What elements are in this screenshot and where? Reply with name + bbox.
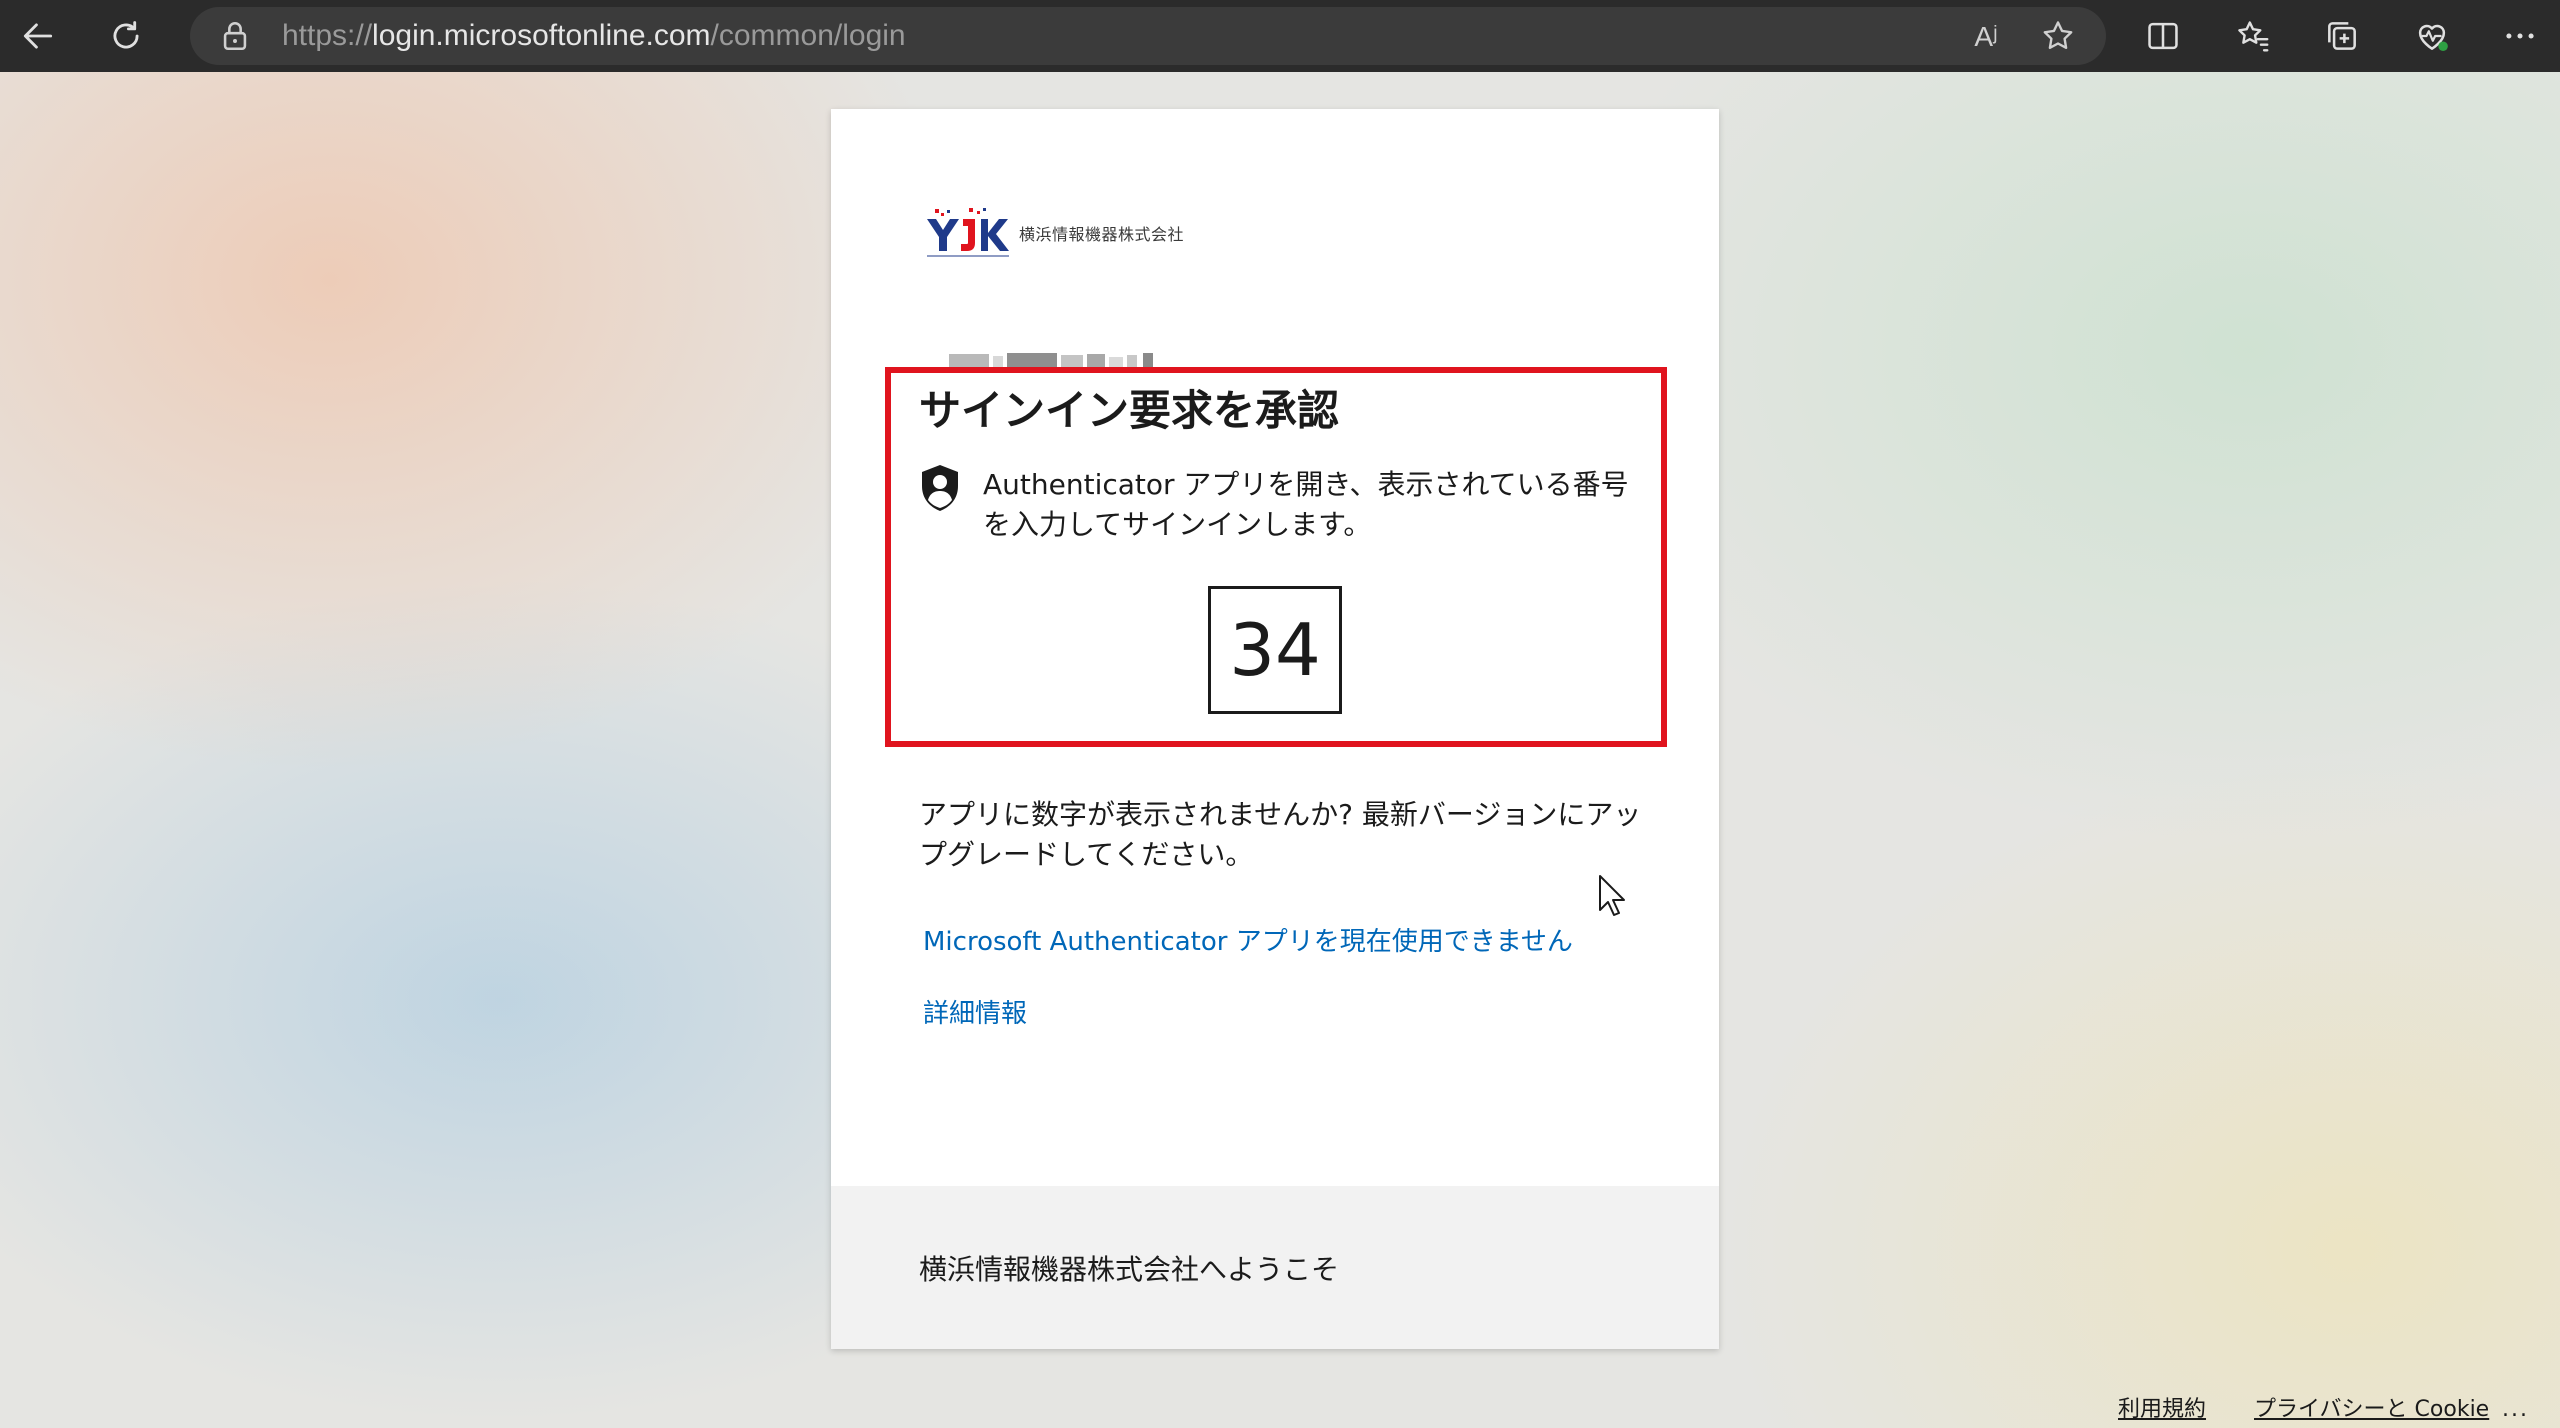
lock-icon[interactable] [218, 19, 252, 53]
refresh-button[interactable] [98, 8, 154, 64]
page-title: サインイン要求を承認 [919, 386, 1340, 435]
url-text[interactable]: https://login.microsoftonline.com/common… [282, 7, 906, 65]
favorites-button[interactable] [2225, 8, 2281, 64]
privacy-cookies-link[interactable]: プライバシーと Cookie [2254, 1395, 2489, 1425]
more-button[interactable] [2492, 8, 2548, 64]
mouse-cursor-icon [1599, 875, 1625, 916]
browser-toolbar: https://login.microsoftonline.com/common… [0, 0, 2560, 72]
more-info-link[interactable]: 詳細情報 [923, 993, 1027, 1030]
url-scheme: https:// [282, 19, 373, 52]
browser-essentials-button[interactable] [2404, 8, 2460, 64]
company-logo: 横浜情報機器株式会社 [925, 207, 1184, 259]
verification-number: 34 [1208, 586, 1342, 714]
refresh-icon [113, 21, 139, 49]
authenticator-user-icon [922, 465, 958, 511]
upgrade-hint-text: アプリに数字が表示されませんか? 最新バージョンにアップグレードしてください。 [919, 798, 1642, 871]
terms-of-use-link[interactable]: 利用規約 [2118, 1395, 2206, 1425]
cannot-use-authenticator-link[interactable]: Microsoft Authenticator アプリを現在使用できません [923, 921, 1573, 958]
favorites-icon [2238, 21, 2269, 52]
read-aloud-icon[interactable]: Aʲ [1966, 17, 2006, 57]
browser-essentials-icon [2418, 24, 2448, 52]
sign-in-card: 横浜情報機器株式会社 サインイン要求を承認 Authenticator アプリを… [831, 109, 1719, 1349]
ytk-logo-icon [927, 208, 1009, 257]
back-button[interactable] [10, 8, 66, 64]
instruction-text: Authenticator アプリを開き、表示されている番号を入力してサインイン… [983, 468, 1629, 541]
welcome-text: 横浜情報機器株式会社へようこそ [919, 1253, 1340, 1286]
url-host: login.microsoftonline.com [372, 19, 711, 52]
card-footer: 横浜情報機器株式会社へようこそ [831, 1186, 1719, 1349]
footer-more-button[interactable]: ... [2502, 1395, 2529, 1425]
collections-icon [2328, 22, 2356, 50]
company-name-logo-text: 横浜情報機器株式会社 [1019, 225, 1185, 244]
url-path: /common/login [710, 19, 906, 52]
blurred-account-identifier [949, 353, 1153, 368]
address-bar[interactable]: https://login.microsoftonline.com/common… [190, 7, 2106, 65]
split-screen-button[interactable] [2135, 8, 2191, 64]
back-icon [23, 23, 53, 49]
more-icon [2506, 33, 2534, 39]
split-screen-icon [2148, 22, 2178, 50]
collections-button[interactable] [2314, 8, 2370, 64]
favorite-star-icon[interactable] [2040, 18, 2076, 54]
